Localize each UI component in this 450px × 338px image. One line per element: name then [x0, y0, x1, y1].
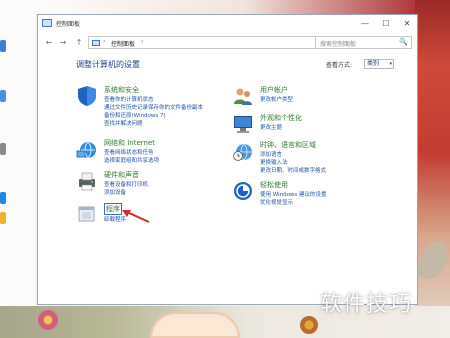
link-change-theme[interactable]: 更改主题: [260, 123, 282, 131]
link-windows-recommended-settings[interactable]: 使用 Windows 建议的设置: [260, 190, 327, 198]
users-icon: [234, 88, 252, 105]
link-change-input-method[interactable]: 更换输入法: [260, 158, 288, 166]
minimize-button[interactable]: —: [355, 17, 375, 31]
monitor-icon: [234, 116, 252, 133]
wallpaper-flower: [38, 310, 58, 330]
category-clock-language-region: 时钟、语言和区域 添加语言 更换输入法 更改日期、时间或数字格式: [232, 140, 412, 180]
category-programs: 程序 卸载程序: [76, 203, 236, 233]
category-hardware-sound: 硬件和声音 查看设备和打印机 添加设备: [76, 170, 236, 200]
address-bar[interactable]: › 控制面板 › ⌄ ↻: [88, 36, 341, 49]
link-date-time-format[interactable]: 更改日期、时间或数字格式: [260, 166, 326, 174]
accessibility-icon: [234, 182, 252, 200]
wallpaper-right: [415, 0, 450, 338]
printer-icon: [79, 172, 95, 191]
link-file-history[interactable]: 通过文件历史记录保存你的文件备份副本: [104, 103, 203, 111]
category-network-internet: 网络和 Internet 查看网络状态和任务 选择家庭组和共享选项: [76, 138, 236, 168]
wallpaper-figure: [150, 312, 240, 338]
category-title[interactable]: 外观和个性化: [260, 113, 302, 123]
link-add-language[interactable]: 添加语言: [260, 150, 282, 158]
search-placeholder: 搜索控制面板: [320, 41, 357, 48]
desktop-icon-3[interactable]: [0, 143, 6, 155]
clock-globe-icon: [233, 143, 252, 161]
up-arrow-icon[interactable]: ↑: [74, 37, 84, 49]
breadcrumb-control-panel[interactable]: 控制面板: [111, 39, 135, 48]
view-by-select[interactable]: 类别 ▾: [364, 59, 394, 69]
category-title[interactable]: 轻松使用: [260, 180, 288, 190]
category-title[interactable]: 硬件和声音: [104, 170, 139, 180]
search-input[interactable]: 搜索控制面板 🔍: [315, 36, 412, 49]
link-homegroup[interactable]: 选择家庭组和共享选项: [104, 156, 159, 164]
maximize-button[interactable]: ☐: [376, 17, 396, 31]
link-add-device[interactable]: 添加设备: [104, 188, 126, 196]
page-title: 调整计算机的设置: [76, 60, 140, 69]
category-title[interactable]: 时钟、语言和区域: [260, 140, 316, 150]
link-network-status[interactable]: 查看网络状态和任务: [104, 148, 154, 156]
title-bar: 控制面板 — ☐ ✕: [38, 15, 417, 33]
shield-icon: [78, 86, 96, 106]
forward-arrow-icon[interactable]: →: [58, 37, 68, 49]
wallpaper-top: [36, 0, 415, 14]
control-panel-small-icon: [92, 40, 100, 46]
link-optimize-visual-display[interactable]: 优化视觉显示: [260, 198, 293, 206]
chevron-down-icon: ▾: [389, 61, 392, 67]
category-title[interactable]: 系统和安全: [104, 85, 139, 95]
breadcrumb-separator[interactable]: ›: [103, 38, 105, 45]
control-panel-window: 控制面板 — ☐ ✕ ← → ↑ › 控制面板 › ⌄ ↻ 搜索控制面板 🔍 调…: [37, 14, 418, 305]
watermark-text: 软件技巧: [320, 292, 413, 317]
breadcrumb-separator[interactable]: ›: [141, 38, 143, 45]
desktop-icon-1[interactable]: [0, 40, 6, 52]
link-view-status[interactable]: 查看你的计算机状态: [104, 95, 154, 103]
address-row: ← → ↑ › 控制面板 › ⌄ ↻ 搜索控制面板 🔍: [38, 35, 417, 51]
category-title[interactable]: 网络和 Internet: [104, 138, 155, 148]
link-backup-restore[interactable]: 备份和还原(Windows 7): [104, 111, 166, 119]
category-ease-of-access: 轻松使用 使用 Windows 建议的设置 优化视觉显示: [232, 180, 412, 210]
link-change-account-type[interactable]: 更改帐户类型: [260, 95, 293, 103]
link-devices-printers[interactable]: 查看设备和打印机: [104, 180, 148, 188]
view-by-value: 类别: [367, 60, 380, 67]
network-globe-icon: [76, 141, 96, 159]
desktop-icon-5[interactable]: [0, 212, 6, 224]
category-system-security: 系统和安全 查看你的计算机状态 通过文件历史记录保存你的文件备份副本 备份和还原…: [76, 85, 236, 135]
category-appearance: 外观和个性化 更改主题: [232, 113, 412, 143]
window-title: 控制面板: [56, 21, 81, 28]
desktop-icon-4[interactable]: [0, 192, 6, 204]
wallpaper-flower: [300, 316, 318, 334]
category-title[interactable]: 用户帐户: [260, 85, 288, 95]
search-icon[interactable]: 🔍: [399, 38, 408, 46]
control-panel-app-icon: [42, 19, 52, 27]
red-arrow-icon: [122, 210, 150, 223]
programs-icon: [78, 206, 95, 222]
desktop-icon-2[interactable]: [0, 90, 6, 102]
link-troubleshoot[interactable]: 查找并解决问题: [104, 119, 143, 127]
back-arrow-icon[interactable]: ←: [44, 37, 54, 49]
category-user-accounts: 用户帐户 更改帐户类型: [232, 85, 412, 115]
close-button[interactable]: ✕: [397, 17, 417, 31]
view-by-label: 查看方式:: [326, 62, 353, 69]
